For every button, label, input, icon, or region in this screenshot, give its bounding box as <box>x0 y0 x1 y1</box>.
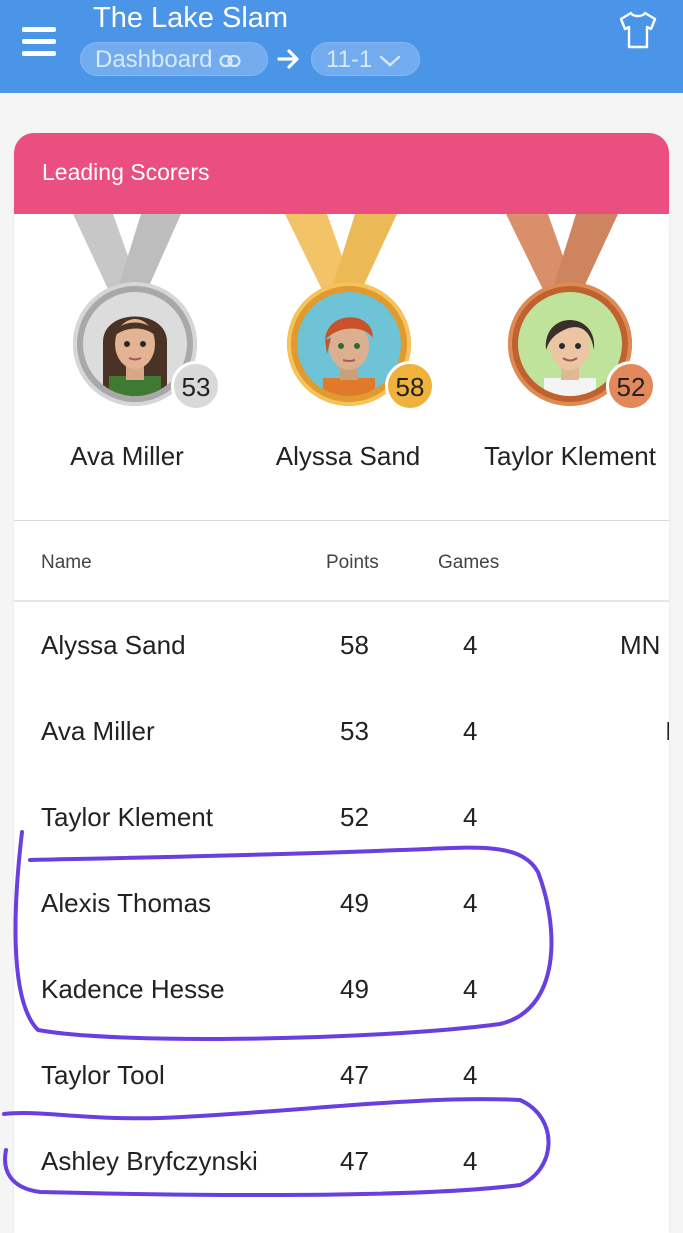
points-badge: 58 <box>385 361 435 411</box>
table-row[interactable]: Ashley Bryfczynski 47 4 <box>14 1118 669 1204</box>
medal-bronze[interactable]: 52 Taylor Klement <box>472 214 656 471</box>
player-name: Ava Miller <box>41 716 155 746</box>
player-extra: I <box>665 716 669 746</box>
player-games: 4 <box>463 630 478 660</box>
player-points: 49 <box>340 974 369 1004</box>
table-row[interactable]: Alyssa Sand 58 4 MN <box>14 602 669 688</box>
medal-player-name: Ava Miller <box>70 441 184 471</box>
player-name: Alyssa Sand <box>41 630 186 660</box>
arrow-right-icon <box>277 49 299 69</box>
table-row[interactable]: Ava Miller 53 4 I <box>14 688 669 774</box>
player-points: 58 <box>340 630 369 660</box>
player-games: 4 <box>463 802 478 832</box>
medal-player-name: Alyssa Sand <box>275 441 421 471</box>
table-row[interactable]: Kadence Hesse 49 4 <box>14 946 669 1032</box>
table-row[interactable]: Alexis Thomas 49 4 <box>14 860 669 946</box>
column-header-points[interactable]: Points <box>326 552 379 574</box>
column-header-name[interactable]: Name <box>41 552 92 574</box>
breadcrumb-dashboard[interactable]: Dashboard <box>80 42 268 76</box>
player-points: 49 <box>340 888 369 918</box>
division-label: 11-1 <box>326 46 373 73</box>
table-row[interactable]: Taylor Tool 47 4 <box>14 1032 669 1118</box>
division-dropdown[interactable]: 11-1 <box>311 42 420 76</box>
menu-icon[interactable] <box>22 27 56 57</box>
medal-player-name: Taylor Klement <box>484 441 656 471</box>
app-title: The Lake Slam <box>93 2 289 34</box>
jersey-icon[interactable] <box>617 10 659 50</box>
divider <box>14 520 669 521</box>
table-row[interactable]: Taylor Klement 52 4 <box>14 774 669 860</box>
column-header-games[interactable]: Games <box>438 552 499 574</box>
player-games: 4 <box>463 974 478 1004</box>
player-games: 4 <box>463 1060 478 1090</box>
player-points: 47 <box>340 1146 369 1176</box>
leading-scorers-card: Leading Scorers 53 Ava Miller 58 Alyssa … <box>14 133 669 1233</box>
link-icon <box>219 54 241 67</box>
app-header: The Lake Slam Dashboard 11-1 <box>0 0 683 93</box>
card-title: Leading Scorers <box>42 159 210 185</box>
player-name: Taylor Tool <box>41 1060 165 1090</box>
player-points: 52 <box>340 802 369 832</box>
player-name: Kadence Hesse <box>41 974 225 1004</box>
player-extra: MN <box>620 630 661 660</box>
points-badge: 53 <box>171 361 221 411</box>
player-name: Ashley Bryfczynski <box>41 1146 258 1176</box>
breadcrumb-dashboard-label: Dashboard <box>95 46 213 73</box>
medal-silver[interactable]: 53 Ava Miller <box>37 214 221 471</box>
player-games: 4 <box>463 1146 478 1176</box>
player-games: 4 <box>463 716 478 746</box>
medal-gold[interactable]: 58 Alyssa Sand <box>251 214 435 471</box>
player-name: Taylor Klement <box>41 802 213 832</box>
chevron-down-icon <box>379 55 401 67</box>
player-name: Alexis Thomas <box>41 888 212 918</box>
player-games: 4 <box>463 888 478 918</box>
player-points: 47 <box>340 1060 369 1090</box>
player-points: 53 <box>340 716 369 746</box>
points-badge: 52 <box>606 361 656 411</box>
card-header: Leading Scorers <box>14 133 669 214</box>
